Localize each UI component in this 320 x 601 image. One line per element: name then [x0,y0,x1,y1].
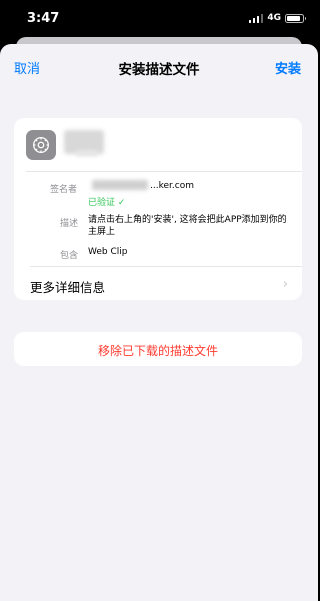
battery-icon [285,13,306,23]
profile-card: 签名者 ...ker.com 已验证 ✓ 描述 请点击右上角的'安装', 这将会… [14,118,302,300]
status-time: 3:47 [27,11,60,26]
chevron-right-icon: › [282,277,288,292]
more-details-row[interactable]: 更多详细信息 › [14,267,302,300]
status-bar: 3:47 4G [0,0,318,36]
description-value: 请点击右上角的'安装', 这将会把此APP添加到你的主屏上 [88,215,287,237]
signer-label: 签名者 [50,185,78,195]
verified-label: 已验证 [88,198,116,208]
divider [26,171,302,172]
install-profile-sheet: 取消 安装描述文件 安装 签名者 ...ker.com 已验证 ✓ 描述 请点击… [0,44,318,601]
settings-gear-icon [26,130,56,160]
description-label: 描述 [60,219,79,229]
page-title: 安装描述文件 [118,62,200,78]
remove-profile-button[interactable]: 移除已下载的描述文件 [14,332,302,366]
contains-value: Web Clip [88,247,128,257]
more-details-label: 更多详细信息 [30,280,106,295]
navigation-bar: 取消 安装描述文件 安装 [0,44,318,88]
signal-icon [248,13,264,23]
verified-status: 已验证 ✓ [88,195,125,208]
contains-label: 包含 [60,251,79,261]
remove-profile-label: 移除已下载的描述文件 [97,344,218,358]
signer-redacted [92,180,148,190]
signer-value: ...ker.com [150,181,194,191]
status-indicators: 4G [248,13,306,23]
profile-subtitle-redacted [76,150,98,156]
checkmark-icon: ✓ [117,198,126,208]
install-button[interactable]: 安装 [275,58,301,77]
network-type: 4G [267,13,281,23]
